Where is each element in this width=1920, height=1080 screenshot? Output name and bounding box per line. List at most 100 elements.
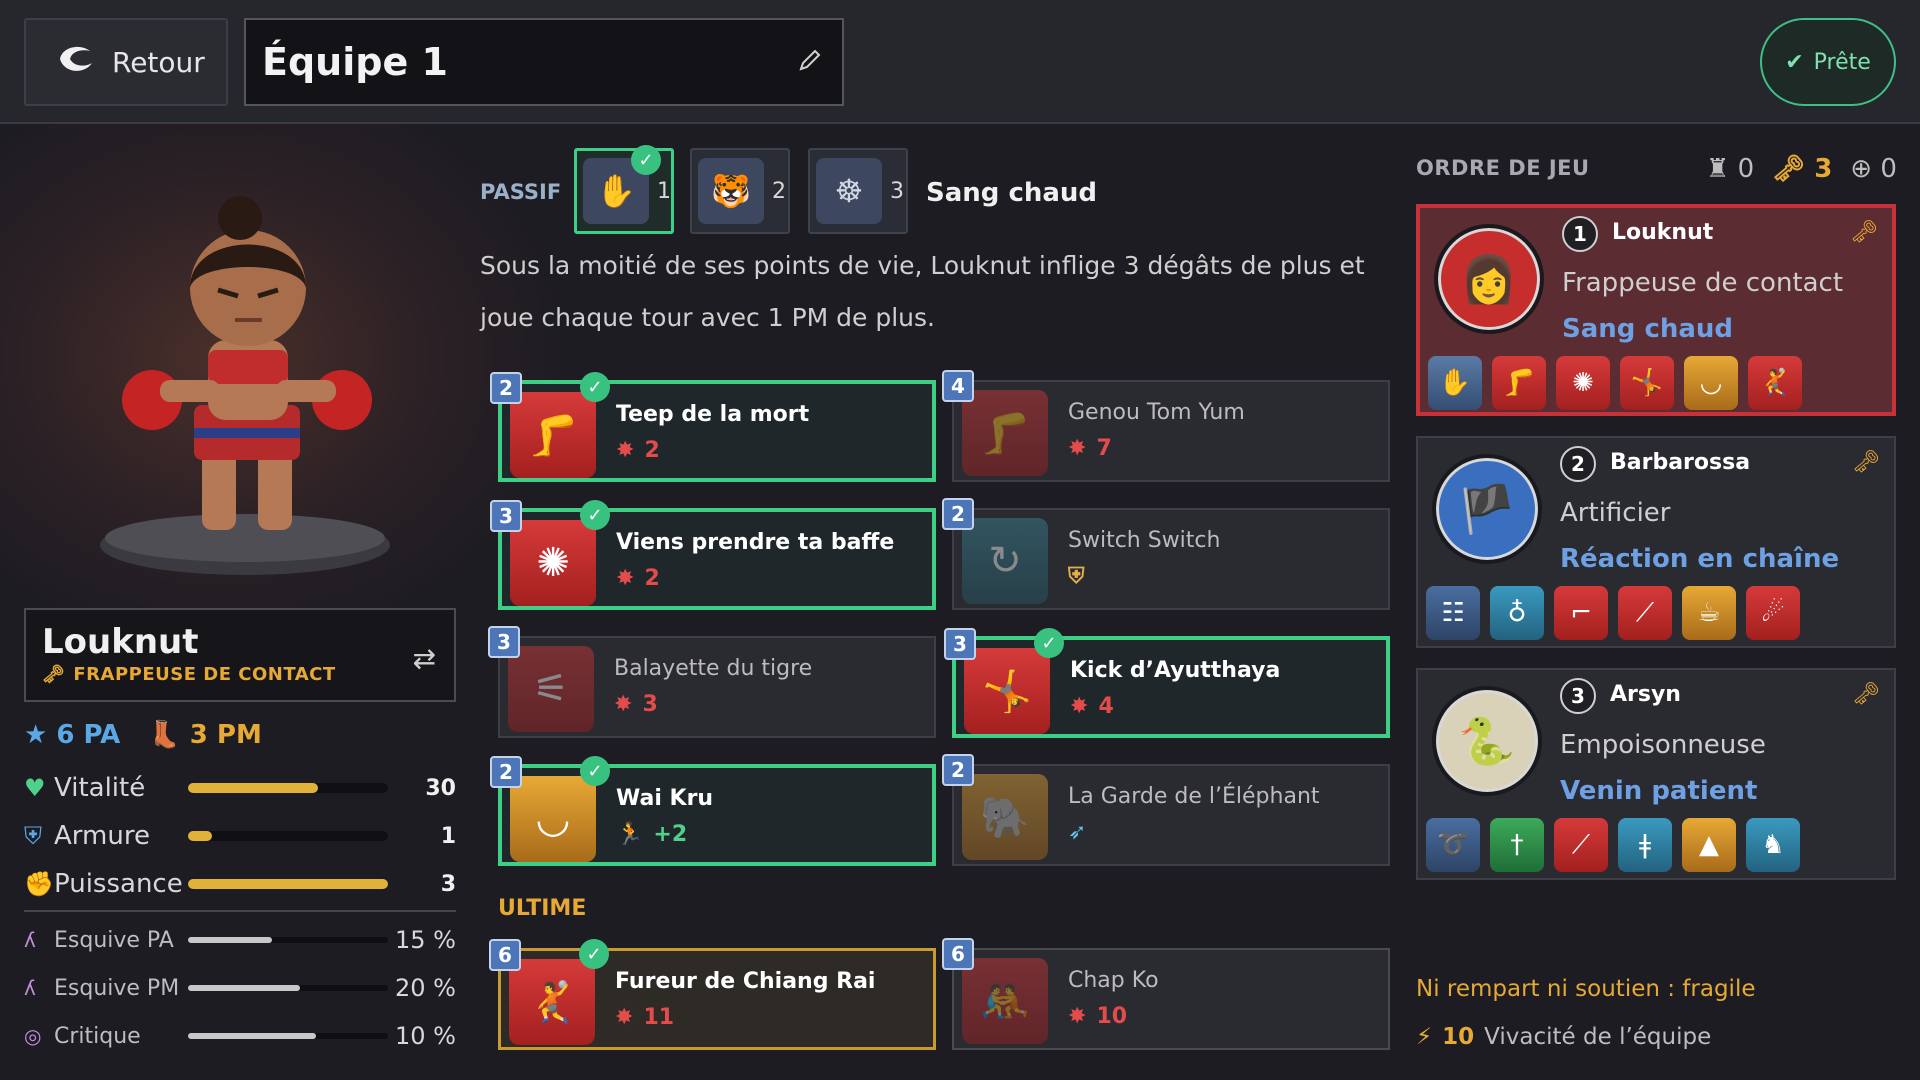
spell-name: Balayette du tigre: [614, 656, 813, 681]
back-label: Retour: [112, 45, 205, 79]
spell-card[interactable]: ◡ 2 ✓ Wai Kru 🏃 +2: [490, 756, 936, 866]
stat-label: Puissance: [54, 869, 183, 899]
spell-name: Fureur de Chiang Rai: [615, 969, 876, 994]
spell-card[interactable]: 🦵 2 ✓ Teep de la mort ✸ 2: [490, 372, 936, 482]
stat-bar: [188, 985, 388, 991]
spell-damage: ✸ 2: [616, 566, 660, 591]
edit-pencil-icon[interactable]: [798, 48, 822, 76]
pa-value: 6 PA: [56, 720, 121, 750]
horns-icon: ◡: [1684, 356, 1738, 410]
stat-bar: [188, 831, 388, 841]
passive-option-2[interactable]: 🐯 2: [690, 148, 790, 234]
swap-icon[interactable]: ⇄: [413, 642, 436, 675]
spell-damage: ✸ 10: [1068, 1004, 1127, 1029]
passive-label: PASSIF: [480, 180, 562, 204]
dagger-icon: †: [1490, 818, 1544, 872]
spell-name: Kick d’Ayutthaya: [1070, 658, 1281, 683]
ultimate-spell-card[interactable]: 🤾 6 ✓ Fureur de Chiang Rai ✸ 11: [489, 939, 936, 1050]
member-spells: ✋ 🦵 ✺ 🤸 ◡ 🤾: [1428, 356, 1802, 410]
ready-button[interactable]: ✔ Prête: [1760, 18, 1896, 106]
damage-icon: ✸: [616, 438, 635, 463]
avatar: 🏴: [1432, 454, 1542, 564]
stat-label: Vitalité: [54, 773, 146, 803]
spell-cost: 6: [942, 938, 974, 970]
key-icon: 🗝: [1852, 450, 1880, 475]
spell-cost: 3: [944, 628, 976, 660]
team-member-3[interactable]: 🐍 3 Arsyn 🗝 Empoisonneuse Venin patient …: [1416, 668, 1896, 880]
stat-value: 1: [440, 823, 456, 849]
high-kick-icon: 🤸: [964, 648, 1050, 734]
character-card[interactable]: Louknut 🗝 FRAPPEUSE DE CONTACT ⇄: [24, 608, 456, 702]
selected-check-icon: ✓: [631, 145, 661, 175]
armor-icon: ⛨: [24, 822, 42, 850]
member-passive: Venin patient: [1560, 776, 1758, 806]
spell-card[interactable]: ↻ 2 Switch Switch ⛨: [942, 498, 1390, 610]
spell-name: La Garde de l’Éléphant: [1068, 784, 1320, 809]
key-icon: 🗝: [1850, 220, 1878, 245]
spell-cost: 4: [942, 370, 974, 402]
play-order-label: ORDRE DE JEU: [1416, 156, 1590, 180]
tiger-icon: 🐯: [698, 158, 764, 224]
spell-name: Chap Ko: [1068, 968, 1159, 993]
barrels-icon: ☷: [1426, 586, 1480, 640]
vivacity-value: 10: [1442, 1024, 1475, 1050]
team-member-1[interactable]: 👩 1 Louknut 🗝 Frappeuse de contact Sang …: [1416, 204, 1896, 416]
fury-icon: 🤾: [509, 959, 595, 1045]
stat-value: 3: [440, 871, 456, 897]
stat-value: 10 %: [395, 1022, 456, 1050]
order-number: 3: [1560, 678, 1596, 714]
member-role: Artificier: [1560, 498, 1671, 528]
checkmark-icon: ✔: [1785, 49, 1804, 75]
damage-value: 2: [644, 566, 660, 591]
support-count: ⊕ 0: [1850, 154, 1897, 184]
damage-value: 7: [1096, 436, 1112, 461]
bomb-icon: ♁: [1490, 586, 1544, 640]
spell-damage: ✸ 11: [615, 1005, 674, 1030]
spell-damage: ✸ 3: [614, 692, 658, 717]
stat-critique: ◎ Critique 10 %: [24, 1016, 456, 1056]
stat-value: 20 %: [395, 974, 456, 1002]
order-number: 2: [1560, 446, 1596, 482]
passive-number: 1: [657, 178, 671, 204]
spell-cost: 3: [488, 626, 520, 658]
team-name-field[interactable]: Équipe 1: [244, 18, 844, 106]
octopus-icon: ☸: [816, 158, 882, 224]
spell-card[interactable]: ⚟ 3 Balayette du tigre ✸ 3: [488, 626, 936, 738]
passive-description: Sous la moitié de ses points de vie, Lou…: [480, 251, 1365, 332]
spell-card[interactable]: ✺ 3 ✓ Viens prendre ta baffe ✸ 2: [490, 500, 936, 610]
swirl-icon: ➰: [1426, 818, 1480, 872]
spell-cost: 2: [942, 754, 974, 786]
spell-card[interactable]: 🦵 4 Genou Tom Yum ✸ 7: [942, 370, 1390, 482]
member-role: Frappeuse de contact: [1562, 268, 1844, 298]
lightning-icon: ⚡: [1416, 1024, 1433, 1050]
tank-count: ♜ 0: [1706, 154, 1755, 184]
team-member-2[interactable]: 🏴 2 Barbarossa 🗝 Artificier Réaction en …: [1416, 436, 1896, 648]
team-warning: Ni rempart ni soutien : fragile: [1416, 976, 1756, 1002]
damage-icon: ✸: [1068, 1004, 1087, 1029]
spell-card[interactable]: 🤸 3 ✓ Kick d’Ayutthaya ✸ 4: [944, 628, 1390, 738]
avatar: 🐍: [1432, 686, 1542, 796]
spell-cost: 2: [490, 372, 522, 404]
ultimate-spell-card[interactable]: 🤼 6 Chap Ko ✸ 10: [942, 938, 1390, 1050]
stat-armure: ⛨ Armure 1: [24, 816, 456, 856]
back-button[interactable]: Retour: [24, 18, 228, 106]
high-kick-icon: 🤸: [1620, 356, 1674, 410]
back-arrow-icon: [56, 41, 96, 84]
spell-damage: ✸ 4: [1070, 694, 1114, 719]
claw-icon: ⚟: [508, 646, 594, 732]
needle-icon: ǂ: [1618, 818, 1672, 872]
elephant-icon: 🐘: [962, 774, 1048, 860]
team-vivacity: ⚡ 10 Vivacité de l’équipe: [1416, 1024, 1711, 1050]
spell-effect: ⛨: [1068, 564, 1095, 589]
pm-value: 3 PM: [189, 720, 262, 750]
pa-stat: ★ 6 PA: [24, 720, 120, 750]
fury-icon: 🤾: [1748, 356, 1802, 410]
spell-cost: 6: [489, 939, 521, 971]
stat-vitalite: ♥ Vitalité 30: [24, 768, 456, 808]
passive-option-3[interactable]: ☸ 3: [808, 148, 908, 234]
selected-check-icon: ✓: [580, 500, 610, 530]
passive-option-1[interactable]: ✋ 1 ✓: [574, 145, 674, 234]
spell-card[interactable]: 🐘 2 La Garde de l’Éléphant ➶: [942, 754, 1390, 866]
stat-value: 15 %: [395, 926, 456, 954]
member-name: Louknut: [1612, 220, 1714, 245]
